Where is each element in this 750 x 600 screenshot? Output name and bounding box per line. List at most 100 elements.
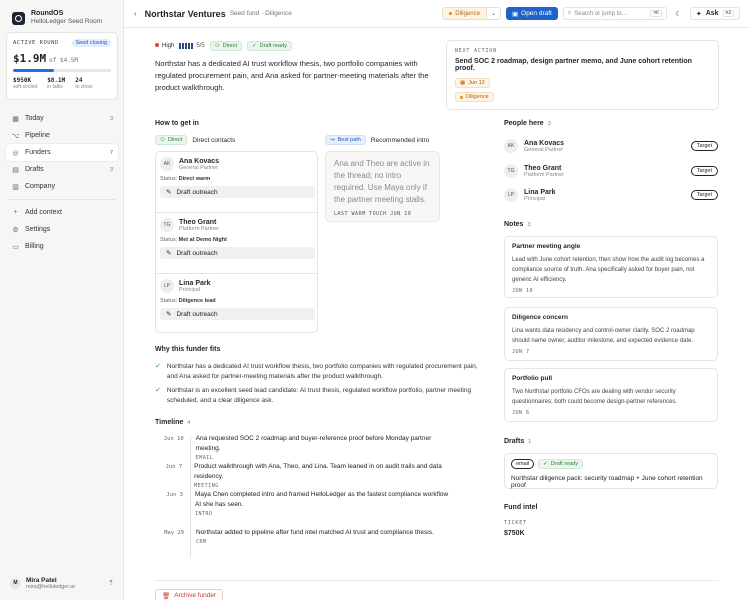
sidebar-item-billing[interactable]: ▭ Billing	[6, 238, 118, 255]
drafts-title: Drafts	[504, 438, 525, 445]
app-logo	[12, 11, 25, 25]
direct-header: ⚇ Direct Direct contacts	[155, 135, 235, 145]
stat-value: $950K	[13, 77, 32, 84]
note-card[interactable]: Portfolio pull Two Northstar portfolio C…	[504, 368, 718, 422]
draft-outreach-button[interactable]: ✎ Draft outreach	[160, 186, 315, 198]
stage-chip-label: Diligence	[466, 94, 489, 100]
draft-outreach-button[interactable]: ✎ Draft outreach	[160, 308, 315, 320]
note-text: Two Northstar portfolio CFOs are dealing…	[512, 389, 678, 405]
round-stat: $8.1M in talks	[47, 77, 65, 90]
active-round-card[interactable]: ACTIVE ROUND Seed closing $1.9M of $4.5M…	[6, 32, 118, 100]
best-path-chip-label: Best path	[337, 137, 361, 143]
best-path-chip: ↝ Best path	[325, 135, 366, 145]
direct-chip: ⚇ Direct	[155, 135, 188, 145]
why-item: ✓ Northstar has a dedicated AI trust wor…	[155, 362, 485, 382]
stage-select[interactable]: Diligence ⌄	[442, 7, 501, 20]
user-menu[interactable]: M Mira Patel mira@helloledger.ai ⇡	[6, 572, 118, 594]
sidebar-item-settings[interactable]: ⚙ Settings	[6, 221, 118, 238]
page-title: Northstar Ventures	[144, 8, 226, 19]
more-icon[interactable]: ⇡	[108, 579, 114, 587]
draft-state-chip: ✓ Draft ready	[538, 459, 583, 469]
ask-label: Ask	[705, 10, 719, 17]
calendar-icon: ▦	[460, 80, 466, 86]
timeline-item: May 29 Northstar added to pipeline after…	[155, 528, 455, 545]
fit-score: 5/5	[179, 43, 205, 49]
status-label: Status:	[160, 237, 178, 243]
fit-score-bars	[179, 43, 194, 49]
timeline-tag: INTRO	[194, 511, 213, 517]
contact-role: General Partner	[179, 164, 219, 171]
pencil-icon: ✎	[166, 250, 172, 257]
drafts-count: 1	[528, 439, 532, 445]
fit-bar	[188, 43, 191, 49]
draft-state-chip: ✓ Draft ready	[247, 41, 292, 51]
stat-label: in talks	[47, 84, 63, 90]
priority-dot	[155, 43, 159, 47]
sidebar-item-count: 3	[109, 115, 113, 122]
search-input[interactable]: ⌕ Search or jump to… ⌘K	[562, 7, 667, 20]
sidebar-item-funders[interactable]: ◎ Funders 7	[6, 144, 118, 161]
ask-button[interactable]: ✦ Ask ⌘J	[689, 7, 740, 20]
note-card[interactable]: Diligence concern Lina wants data reside…	[504, 307, 718, 361]
person-row[interactable]: TG Theo Grant Platform Partner Target	[504, 164, 718, 178]
route-chip: ⚇ Direct	[209, 41, 242, 51]
note-text: Lina wants data residency and control-ow…	[512, 328, 695, 344]
note-title: Diligence concern	[512, 314, 568, 321]
nav-divider	[8, 199, 116, 200]
ticket-value: $750K	[504, 530, 525, 537]
note-title: Partner meeting angle	[512, 243, 581, 250]
how-to-heading: How to get in	[155, 120, 199, 127]
fit-bar	[191, 43, 194, 49]
sidebar-item-drafts[interactable]: ▤ Drafts 3	[6, 161, 118, 178]
drafts-icon: ▤	[12, 166, 19, 174]
sidebar-item-today[interactable]: ▦ Today 3	[6, 110, 118, 127]
back-icon[interactable]: ‹	[134, 9, 137, 18]
round-raised: $1.9M	[13, 52, 47, 65]
open-draft-button[interactable]: ▣ Open draft	[505, 7, 558, 20]
note-card[interactable]: Partner meeting angle Lead with June coh…	[504, 236, 718, 298]
intro-text: Ana and Theo are active in the thread; n…	[334, 159, 430, 204]
sidebar-item-label: Funders	[25, 149, 51, 156]
sidebar-item-add-context[interactable]: + Add context	[6, 204, 118, 221]
stage-dot	[449, 12, 453, 15]
avatar: LP	[504, 188, 518, 202]
person-row[interactable]: AK Ana Kovacs General Partner Target	[504, 139, 718, 153]
round-progress-bar	[13, 69, 111, 72]
people-heading: People here 3	[504, 120, 551, 127]
trash-icon: 🗑	[162, 592, 171, 600]
sidebar-item-pipeline[interactable]: ⌥ Pipeline	[6, 127, 118, 144]
contact-card[interactable]: TG Theo Grant Platform Partner Status: M…	[160, 218, 315, 259]
draft-outreach-button[interactable]: ✎ Draft outreach	[160, 247, 315, 259]
priority-label: High	[162, 43, 175, 49]
brand[interactable]: RoundOS HelloLedger Seed Room	[12, 10, 102, 26]
draft-card[interactable]: email ✓ Draft ready Northstar diligence p…	[504, 453, 718, 489]
contact-name: Ana Kovacs	[179, 157, 220, 165]
note-text: Lead with June cohort retention, then sh…	[512, 257, 705, 283]
next-action-card[interactable]: NEXT ACTION Send SOC 2 roadmap, design p…	[446, 40, 719, 110]
timeline-text: Northstar added to pipeline after fund i…	[196, 529, 434, 536]
timeline-text: Maya Chen completed intro and framed Hel…	[194, 491, 449, 508]
chevron-down-icon[interactable]: ⌄	[485, 8, 500, 19]
sidebar-item-count: 3	[109, 166, 113, 173]
contact-card[interactable]: LP Lina Park Principal Status: Diligence…	[160, 279, 315, 320]
open-draft-label: Open draft	[521, 10, 552, 17]
stat-value: 24	[75, 77, 83, 84]
timeline-date: May 29	[164, 530, 184, 536]
sidebar-item-company[interactable]: ▥ Company	[6, 178, 118, 195]
why-heading: Why this funder fits	[155, 346, 221, 353]
check-icon: ✓	[155, 363, 161, 370]
notes-title: Notes	[504, 221, 524, 228]
calendar-icon: ▦	[12, 115, 19, 123]
archive-funder-button[interactable]: 🗑 Archive funder	[155, 589, 224, 600]
theme-toggle-icon[interactable]: ☾	[672, 7, 685, 20]
pencil-icon: ✎	[166, 189, 172, 196]
drafts-heading: Drafts 1	[504, 438, 531, 445]
funder-summary: Northstar has a dedicated AI trust workf…	[155, 59, 429, 92]
draft-outreach-label: Draft outreach	[176, 188, 218, 196]
person-icon: ⚇	[214, 43, 220, 49]
avatar: AK	[504, 139, 518, 153]
note-date: JUN 10	[512, 288, 534, 294]
person-row[interactable]: LP Lina Park Principal Target	[504, 188, 718, 202]
stat-value: $8.1M	[47, 77, 66, 84]
contact-card[interactable]: AK Ana Kovacs General Partner Status: Di…	[160, 157, 315, 198]
